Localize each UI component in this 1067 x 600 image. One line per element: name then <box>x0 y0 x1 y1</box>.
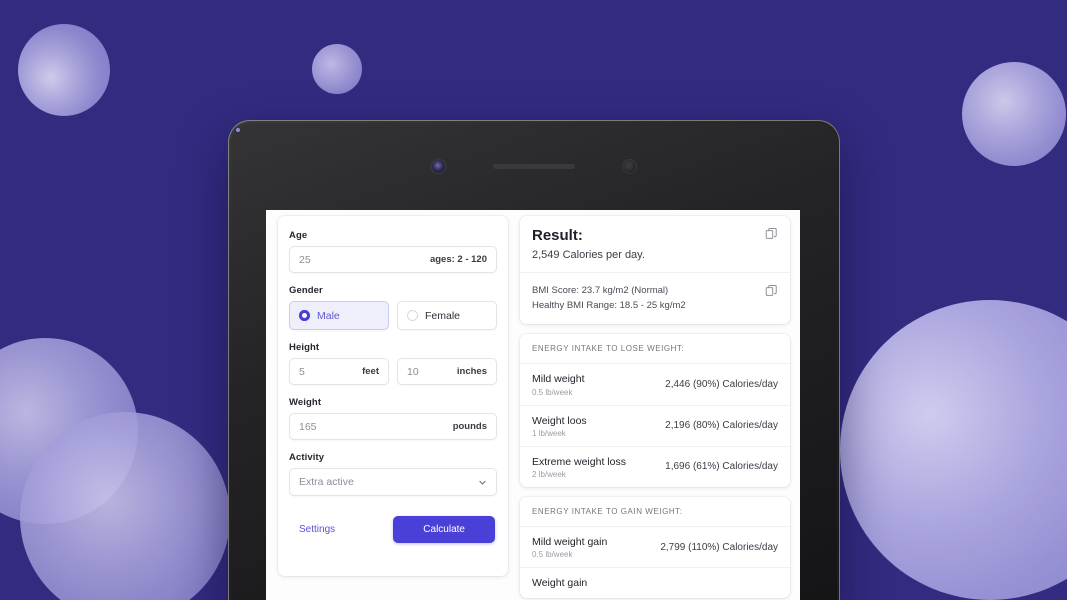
row-rate: 2 lb/week <box>532 469 566 479</box>
row-name: Extreme weight loss <box>532 455 626 468</box>
gender-field-group: Gender Male Female <box>289 285 497 330</box>
row-name: Weight gain <box>532 577 588 590</box>
gender-options: Male Female <box>289 301 497 330</box>
table-row[interactable]: Mild weight gain 0.5 lb/week 2,799 (110%… <box>520 527 790 569</box>
gain-weight-card: ENERGY INTAKE TO GAIN WEIGHT: Mild weigh… <box>520 496 790 599</box>
height-feet-unit: feet <box>362 366 379 377</box>
row-value: 2,196 (80%) Calories/day <box>665 420 778 432</box>
weight-value: 165 <box>299 420 317 433</box>
age-hint: ages: 2 - 120 <box>429 254 487 265</box>
height-field-group: Height 5 feet 10 inches <box>289 342 497 385</box>
row-label-block: Mild weight 0.5 lb/week <box>532 372 585 396</box>
activity-select[interactable]: Extra active <box>289 468 497 496</box>
height-label: Height <box>289 342 320 353</box>
copy-bmi-button[interactable] <box>765 283 780 298</box>
radio-unselected-icon <box>407 310 418 321</box>
height-inputs: 5 feet 10 inches <box>289 358 497 385</box>
row-rate: 1 lb/week <box>532 428 566 438</box>
tablet-bezel: Age 25 ages: 2 - 120 Gender Male Female … <box>231 123 837 600</box>
row-rate: 0.5 lb/week <box>532 387 573 397</box>
table-row[interactable]: Extreme weight loss 2 lb/week 1,696 (61%… <box>520 447 790 487</box>
row-label-block: Weight loos 1 lb/week <box>532 414 587 438</box>
decorative-sphere <box>18 24 110 116</box>
weight-input[interactable]: 165 pounds <box>289 413 497 440</box>
row-value: 2,446 (90%) Calories/day <box>665 379 778 391</box>
gender-option-female[interactable]: Female <box>397 301 497 330</box>
camera-lens-icon <box>235 127 240 132</box>
form-actions: Settings Calculate <box>289 516 497 543</box>
table-row[interactable]: Weight loos 1 lb/week 2,196 (80%) Calori… <box>520 406 790 447</box>
decorative-sphere <box>962 62 1066 166</box>
proximity-sensor-icon <box>623 160 636 173</box>
radio-selected-icon <box>299 310 310 321</box>
bmi-range: Healthy BMI Range: 18.5 - 25 kg/m2 <box>532 299 686 311</box>
table-row[interactable]: Mild weight 0.5 lb/week 2,446 (90%) Calo… <box>520 364 790 406</box>
calculator-page: Age 25 ages: 2 - 120 Gender Male Female … <box>266 210 800 600</box>
row-value: 2,799 (110%) Calories/day <box>660 541 778 553</box>
weight-unit: pounds <box>452 421 487 432</box>
age-field-group: Age 25 ages: 2 - 120 <box>289 230 497 273</box>
weight-label: Weight <box>289 397 322 408</box>
age-label: Age <box>289 230 308 241</box>
row-label-block: Mild weight gain 0.5 lb/week <box>532 535 607 559</box>
row-rate: 0.5 lb/week <box>532 550 573 560</box>
tablet-top-bar <box>231 123 837 210</box>
gender-label: Gender <box>289 285 323 296</box>
activity-label: Activity <box>289 452 325 463</box>
result-calories: 2,549 Calories per day. <box>532 249 645 261</box>
camera-icon <box>235 127 445 173</box>
decorative-sphere <box>20 412 230 600</box>
gender-male-label: Male <box>317 309 340 322</box>
lose-weight-card: ENERGY INTAKE TO LOSE WEIGHT: Mild weigh… <box>520 334 790 487</box>
tablet-device: Age 25 ages: 2 - 120 Gender Male Female … <box>228 120 840 600</box>
row-label-block: Weight gain <box>532 576 587 590</box>
chevron-down-icon <box>478 478 487 487</box>
result-summary: Result: 2,549 Calories per day. <box>520 216 790 273</box>
result-title: Result: <box>532 227 583 244</box>
table-row[interactable]: Weight gain <box>520 568 790 598</box>
calculate-button[interactable]: Calculate <box>393 516 495 543</box>
age-value: 25 <box>299 253 311 266</box>
activity-value: Extra active <box>299 476 354 488</box>
copy-icon <box>765 227 777 239</box>
weight-field-group: Weight 165 pounds <box>289 397 497 440</box>
gender-female-label: Female <box>425 309 461 322</box>
input-form-card: Age 25 ages: 2 - 120 Gender Male Female … <box>278 216 508 576</box>
result-card: Result: 2,549 Calories per day. BMI Scor… <box>520 216 790 325</box>
speaker-grille-icon <box>493 164 575 169</box>
lose-weight-header: ENERGY INTAKE TO LOSE WEIGHT: <box>520 334 790 365</box>
height-feet-input[interactable]: 5 feet <box>289 358 389 385</box>
gain-weight-header: ENERGY INTAKE TO GAIN WEIGHT: <box>520 496 790 527</box>
copy-result-button[interactable] <box>765 226 780 241</box>
row-name: Weight loos <box>532 414 587 427</box>
row-value: 1,696 (61%) Calories/day <box>665 461 778 473</box>
age-input[interactable]: 25 ages: 2 - 120 <box>289 246 497 273</box>
gender-option-male[interactable]: Male <box>289 301 389 330</box>
activity-field-group: Activity Extra active <box>289 452 497 496</box>
height-inches-unit: inches <box>456 366 487 377</box>
height-feet-value: 5 <box>299 365 305 378</box>
height-inches-input[interactable]: 10 inches <box>397 358 497 385</box>
bmi-summary: BMI Score: 23.7 kg/m2 (Normal) Healthy B… <box>520 273 790 324</box>
decorative-sphere <box>312 44 362 94</box>
row-label-block: Extreme weight loss 2 lb/week <box>532 455 626 479</box>
copy-icon <box>765 284 777 296</box>
results-column: Result: 2,549 Calories per day. BMI Scor… <box>520 216 790 600</box>
height-inches-value: 10 <box>407 365 419 378</box>
decorative-sphere <box>840 300 1067 600</box>
settings-button[interactable]: Settings <box>291 520 343 539</box>
row-name: Mild weight gain <box>532 535 608 548</box>
row-name: Mild weight <box>532 373 585 386</box>
bmi-score: BMI Score: 23.7 kg/m2 (Normal) <box>532 285 669 296</box>
tablet-screen: Age 25 ages: 2 - 120 Gender Male Female … <box>266 210 800 600</box>
